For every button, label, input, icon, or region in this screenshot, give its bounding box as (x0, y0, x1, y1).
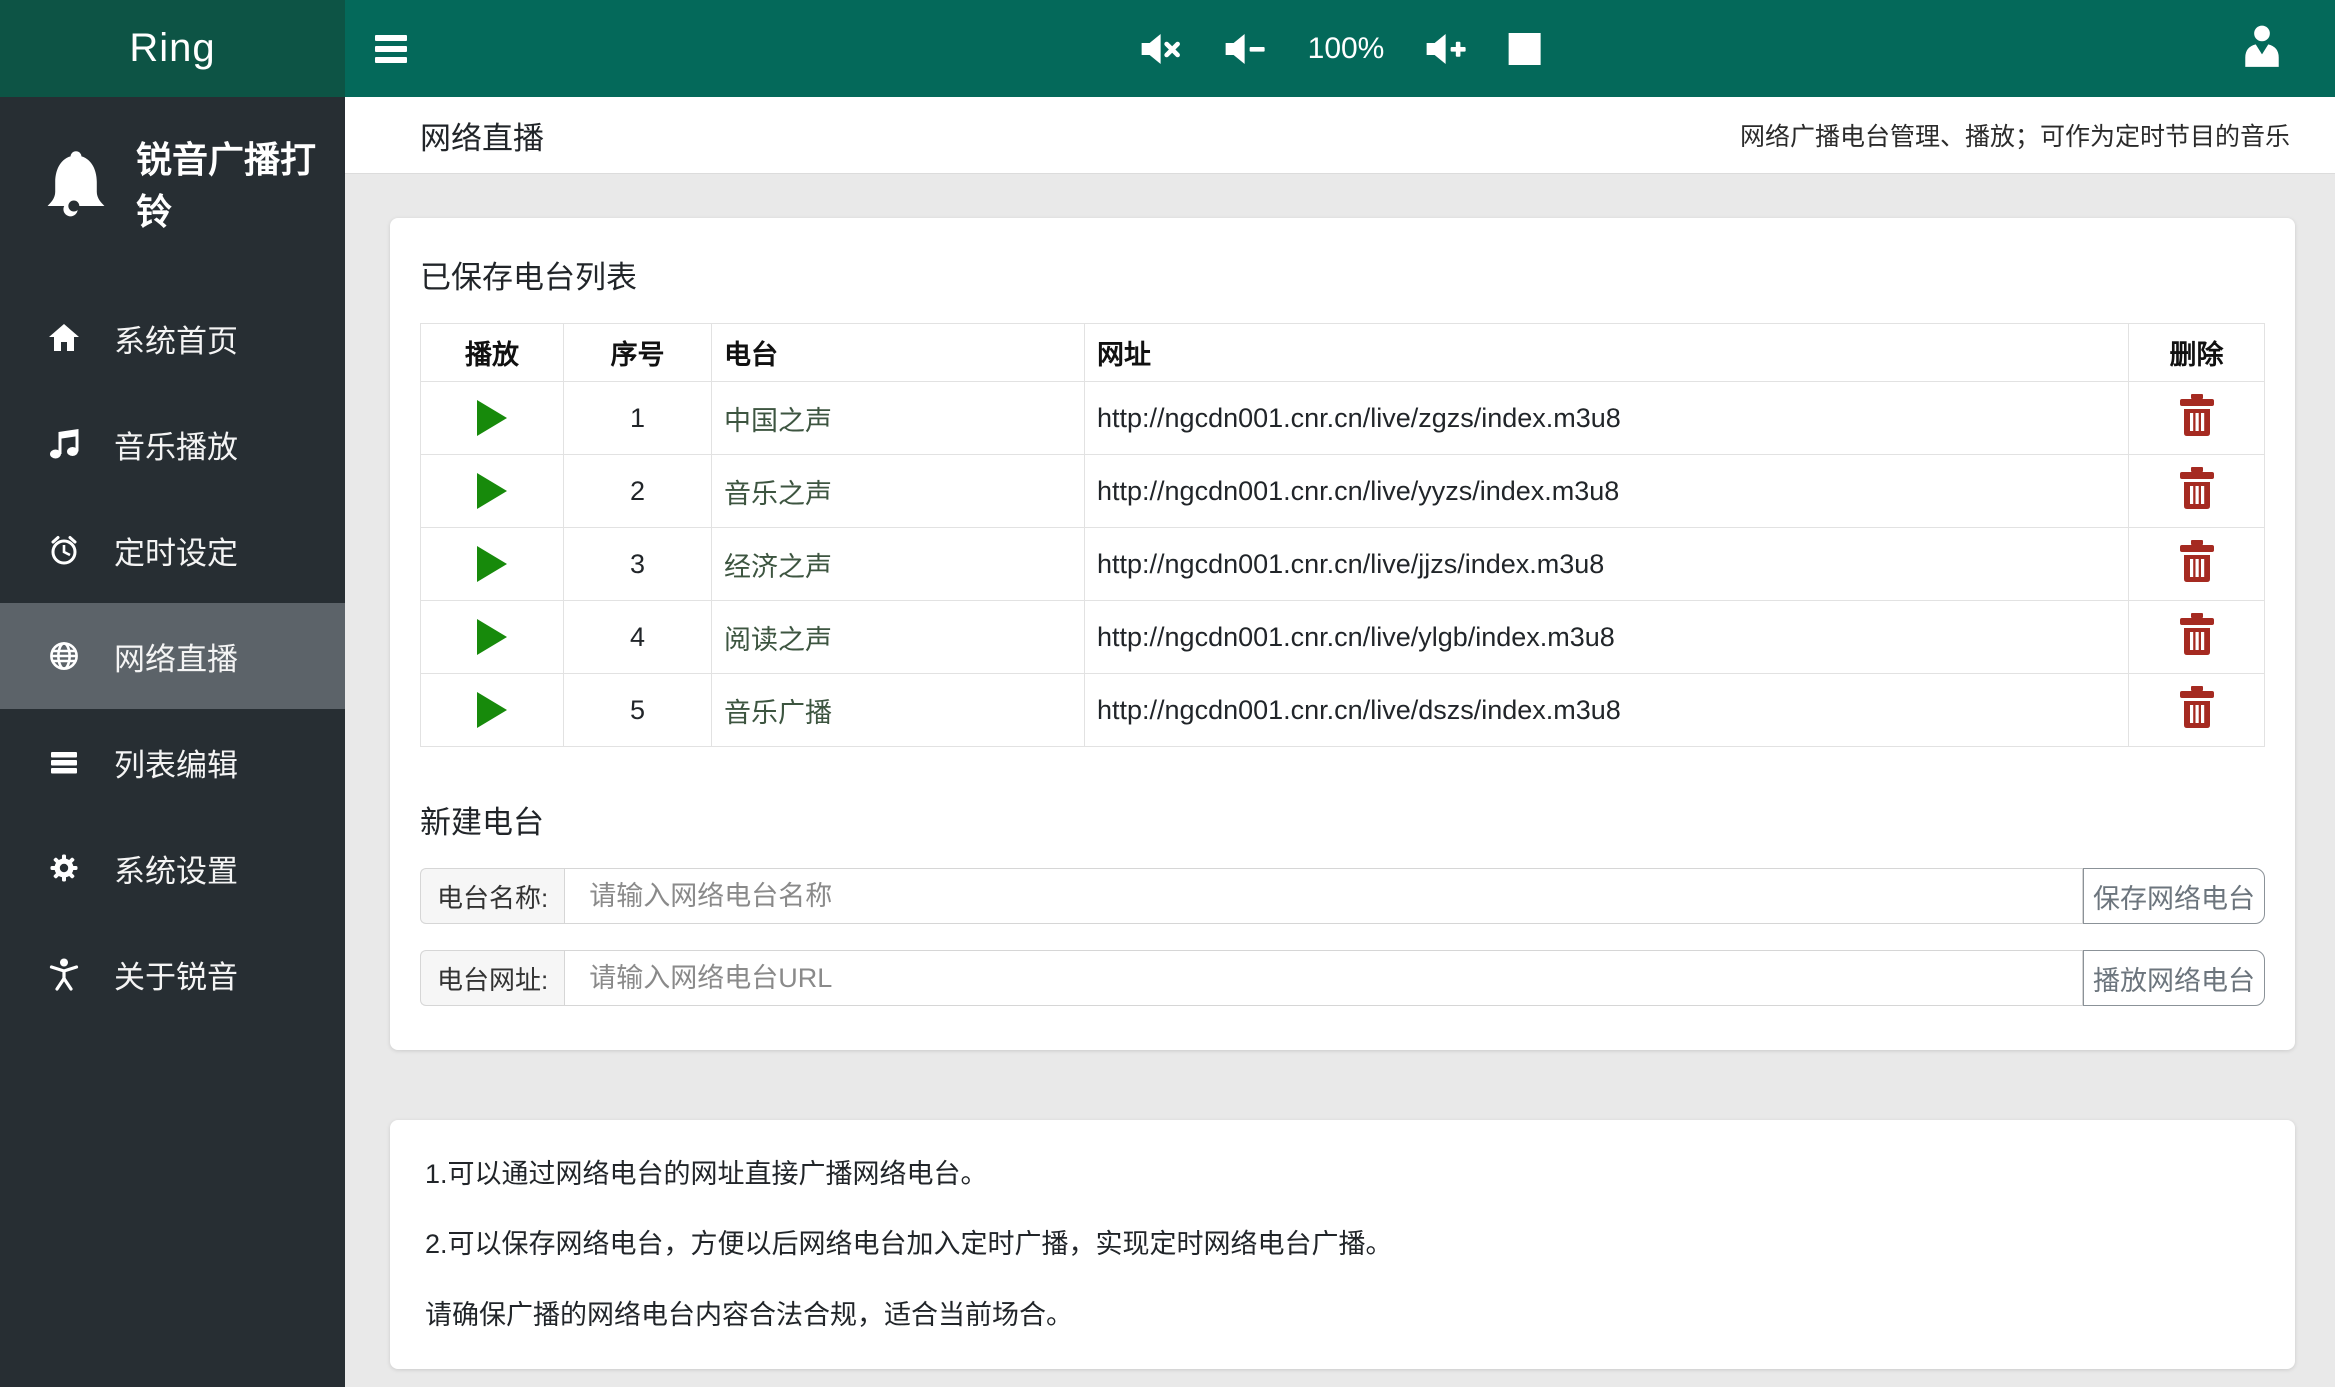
person-icon (44, 957, 84, 991)
main-area: 100% 网络直播 网络广播电台管理、播放；可作为定时节目的音乐 已保存电台列表 (345, 0, 2335, 1387)
station-name-input-group: 电台名称: 保存网络电台 (420, 868, 2265, 924)
play-button[interactable] (477, 473, 507, 509)
table-row: 1 中国之声 http://ngcdn001.cnr.cn/live/zgzs/… (420, 381, 2265, 455)
delete-button[interactable] (2178, 612, 2216, 662)
page-description: 网络广播电台管理、播放；可作为定时节目的音乐 (1739, 123, 2290, 151)
station-name: 音乐之声 (711, 454, 1085, 528)
table-row: 5 音乐广播 http://ngcdn001.cnr.cn/live/dszs/… (420, 673, 2265, 747)
play-button[interactable] (477, 546, 507, 582)
app-title-label: 锐音广播打铃 (136, 139, 317, 232)
station-url: http://ngcdn001.cnr.cn/live/jjzs/index.m… (1084, 527, 2129, 601)
app-window: Ring 锐音广播打铃 系统首页 音乐播放 定时设定 网络直播 列表编辑 系统设… (0, 0, 2335, 1387)
column-header-index: 序号 (563, 323, 712, 382)
globe-icon (44, 639, 84, 673)
play-button[interactable] (477, 400, 507, 436)
table-row: 3 经济之声 http://ngcdn001.cnr.cn/live/jjzs/… (420, 527, 2265, 601)
bell-icon (40, 147, 112, 219)
save-station-button[interactable]: 保存网络电台 (2083, 868, 2265, 924)
sidebar-item-label: 音乐播放 (114, 429, 238, 465)
station-index: 2 (563, 454, 712, 528)
topbar: 100% (345, 0, 2335, 97)
stop-button[interactable] (1508, 32, 1541, 65)
list-icon (44, 745, 84, 779)
brand-logo: Ring (0, 0, 345, 97)
sidebar-item-label: 定时设定 (114, 535, 238, 571)
hamburger-menu-button[interactable] (375, 30, 407, 68)
delete-button[interactable] (2178, 393, 2216, 443)
sidebar-item-music[interactable]: 音乐播放 (0, 391, 345, 497)
sidebar-item-label: 关于锐音 (114, 959, 238, 995)
column-header-play: 播放 (420, 323, 564, 382)
station-name: 中国之声 (711, 381, 1085, 455)
new-station-heading: 新建电台 (420, 805, 544, 840)
play-station-button[interactable]: 播放网络电台 (2083, 950, 2265, 1006)
sidebar-item-label: 列表编辑 (114, 747, 238, 783)
volume-level: 100% (1307, 31, 1385, 65)
home-icon (44, 321, 84, 355)
station-url-input[interactable] (564, 950, 2083, 1006)
sidebar-item-home[interactable]: 系统首页 (0, 285, 345, 391)
gear-icon (44, 851, 84, 885)
table-header-row: 播放 序号 电台 网址 删除 (420, 323, 2265, 382)
note-line-2: 2.可以保存网络电台，方便以后网络电台加入定时广播，实现定时网络电台广播。 (425, 1229, 1393, 1260)
volume-controls: 100% (1140, 32, 1541, 66)
delete-button[interactable] (2178, 466, 2216, 516)
sidebar-menu: 系统首页 音乐播放 定时设定 网络直播 列表编辑 系统设置 关于锐音 (0, 285, 345, 1027)
page-title: 网络直播 (420, 120, 544, 156)
station-name-label: 电台名称: (420, 868, 565, 924)
saved-stations-heading: 已保存电台列表 (420, 260, 637, 295)
station-index: 3 (563, 527, 712, 601)
mute-button[interactable] (1140, 32, 1184, 66)
delete-button[interactable] (2178, 539, 2216, 589)
column-header-delete: 删除 (2128, 323, 2265, 382)
sidebar-item-label: 系统设置 (114, 853, 238, 889)
stations-table: 播放 序号 电台 网址 删除 1 中国之声 http://ngcdn001.cn… (420, 323, 2265, 747)
music-note-icon (44, 427, 84, 461)
sidebar-item-network-live[interactable]: 网络直播 (0, 603, 345, 709)
station-url: http://ngcdn001.cnr.cn/live/ylgb/index.m… (1084, 600, 2129, 674)
table-row: 4 阅读之声 http://ngcdn001.cnr.cn/live/ylgb/… (420, 600, 2265, 674)
page-header: 网络直播 网络广播电台管理、播放；可作为定时节目的音乐 (345, 97, 2335, 174)
sidebar-item-label: 系统首页 (114, 323, 238, 359)
station-url: http://ngcdn001.cnr.cn/live/zgzs/index.m… (1084, 381, 2129, 455)
station-name: 阅读之声 (711, 600, 1085, 674)
station-name: 音乐广播 (711, 673, 1085, 747)
volume-up-button[interactable] (1424, 32, 1468, 66)
alarm-clock-icon (44, 533, 84, 567)
note-line-1: 1.可以通过网络电台的网址直接广播网络电台。 (425, 1159, 988, 1189)
station-name: 经济之声 (711, 527, 1085, 601)
station-index: 5 (563, 673, 712, 747)
play-button[interactable] (477, 692, 507, 728)
sidebar: Ring 锐音广播打铃 系统首页 音乐播放 定时设定 网络直播 列表编辑 系统设… (0, 0, 345, 1387)
user-icon[interactable] (2239, 23, 2285, 74)
sidebar-item-about[interactable]: 关于锐音 (0, 921, 345, 1027)
sidebar-item-timer[interactable]: 定时设定 (0, 497, 345, 603)
volume-down-button[interactable] (1224, 32, 1268, 66)
station-url: http://ngcdn001.cnr.cn/live/dszs/index.m… (1084, 673, 2129, 747)
station-name-input[interactable] (564, 868, 2083, 924)
station-url-input-group: 电台网址: 播放网络电台 (420, 950, 2265, 1006)
column-header-url: 网址 (1084, 323, 2129, 382)
sidebar-item-label: 网络直播 (114, 641, 238, 677)
sidebar-item-settings[interactable]: 系统设置 (0, 815, 345, 921)
station-url: http://ngcdn001.cnr.cn/live/yyzs/index.m… (1084, 454, 2129, 528)
stations-card: 已保存电台列表 播放 序号 电台 网址 删除 1 中国之声 http://ngc… (390, 218, 2295, 1050)
station-url-label: 电台网址: (420, 950, 565, 1006)
station-index: 1 (563, 381, 712, 455)
play-button[interactable] (477, 619, 507, 655)
table-row: 2 音乐之声 http://ngcdn001.cnr.cn/live/yyzs/… (420, 454, 2265, 528)
content: 已保存电台列表 播放 序号 电台 网址 删除 1 中国之声 http://ngc… (345, 174, 2335, 1387)
delete-button[interactable] (2178, 685, 2216, 735)
station-index: 4 (563, 600, 712, 674)
notes-card: 1.可以通过网络电台的网址直接广播网络电台。 2.可以保存网络电台，方便以后网络… (390, 1120, 2295, 1370)
note-line-3: 请确保广播的网络电台内容合法合规，适合当前场合。 (425, 1299, 1073, 1330)
sidebar-item-list-edit[interactable]: 列表编辑 (0, 709, 345, 815)
app-title: 锐音广播打铃 (0, 97, 345, 255)
column-header-station: 电台 (711, 323, 1085, 382)
